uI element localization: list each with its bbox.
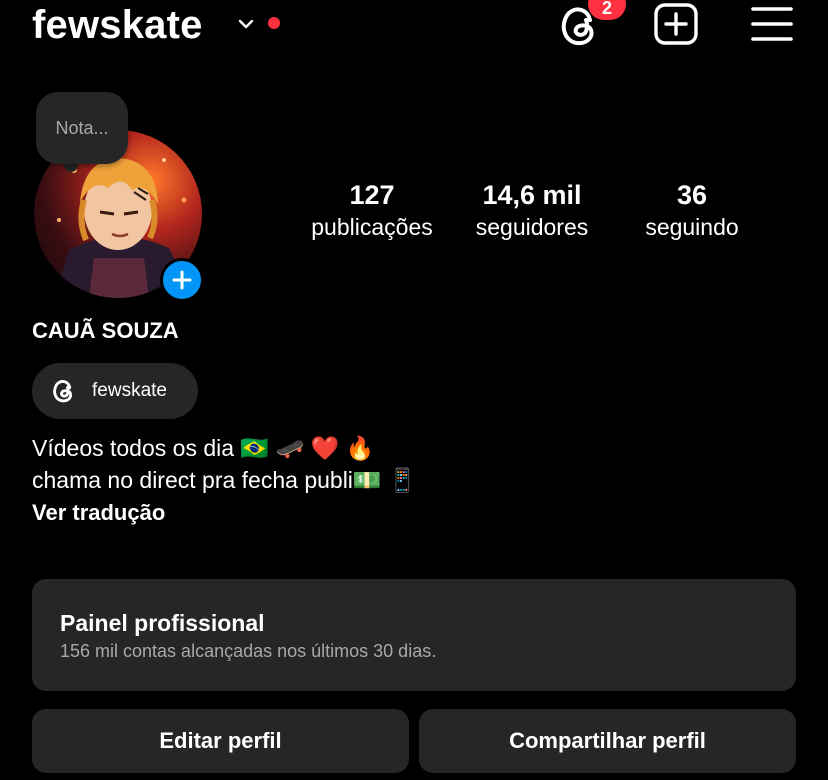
dashboard-subtitle: 156 mil contas alcançadas nos últimos 30… (60, 641, 437, 661)
stat-followers-count: 14,6 mil (482, 180, 582, 210)
profile-username[interactable]: fewskate (32, 2, 203, 48)
note-bubble[interactable]: Nota... (36, 92, 128, 164)
threads-icon (53, 380, 73, 403)
stat-followers[interactable]: 14,6 mil seguidores (460, 180, 604, 242)
dashboard-title: Painel profissional (60, 610, 265, 636)
notification-dot (268, 17, 280, 29)
add-story-button[interactable] (160, 258, 204, 302)
professional-dashboard-card[interactable]: Painel profissional 156 mil contas alcan… (32, 579, 796, 691)
threads-notification-badge: 2 (588, 0, 626, 20)
profile-full-name: CAUÃ SOUZA (32, 318, 179, 343)
add-post-icon[interactable] (653, 2, 699, 46)
stat-followers-label: seguidores (475, 214, 589, 240)
threads-profile-link[interactable]: fewskate (32, 363, 198, 419)
stat-following-label: seguindo (645, 214, 739, 240)
chevron-down-icon[interactable] (236, 14, 256, 34)
profile-bio: Vídeos todos os dia 🇧🇷 🛹 ❤️ 🔥 chama no d… (32, 432, 417, 496)
stat-posts[interactable]: 127 publicações (300, 180, 444, 242)
stat-following[interactable]: 36 seguindo (620, 180, 764, 242)
plus-icon (172, 270, 192, 290)
bio-line: Vídeos todos os dia 🇧🇷 🛹 ❤️ 🔥 (32, 435, 375, 461)
see-translation-link[interactable]: Ver tradução (32, 498, 165, 528)
stat-following-count: 36 (676, 180, 708, 210)
hamburger-menu-icon[interactable] (750, 4, 794, 44)
edit-profile-button[interactable]: Editar perfil (32, 709, 409, 773)
bio-line: chama no direct pra fecha publi💵 📱 (32, 467, 417, 493)
share-profile-button[interactable]: Compartilhar perfil (419, 709, 796, 773)
stat-posts-count: 127 (349, 180, 395, 210)
stat-posts-label: publicações (311, 214, 433, 240)
threads-handle: fewskate (92, 380, 167, 401)
